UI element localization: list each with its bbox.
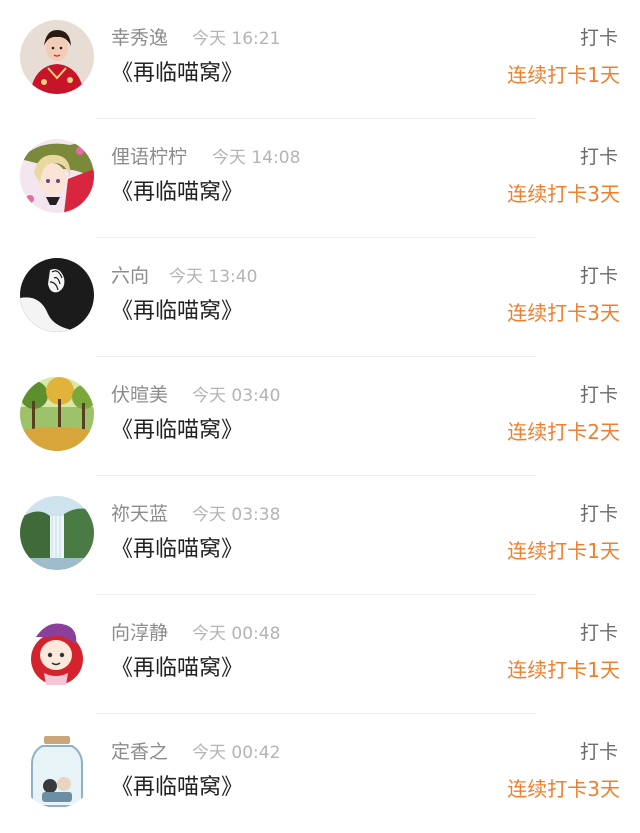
list-item[interactable]: 六向 今天 13:40 《再临喵窝》 打卡 连续打卡3天 [0, 238, 640, 357]
avatar-cartoon-chibi-icon [20, 615, 94, 689]
avatar[interactable] [20, 20, 94, 94]
avatar[interactable] [20, 615, 94, 689]
checkin-label: 打卡 [579, 146, 618, 168]
user-name[interactable]: 向淳静 [111, 621, 168, 645]
streak-badge: 连续打卡1天 [507, 539, 620, 563]
checkin-label: 打卡 [579, 503, 618, 525]
user-name[interactable]: 伏暄美 [111, 383, 168, 407]
book-title[interactable]: 《再临喵窝》 [111, 535, 243, 565]
user-name[interactable]: 俚语柠柠 [111, 145, 187, 169]
book-title[interactable]: 《再临喵窝》 [111, 178, 243, 208]
book-title[interactable]: 《再临喵窝》 [111, 654, 243, 684]
avatar[interactable] [20, 377, 94, 451]
avatar-anime-girl-icon [20, 139, 94, 213]
checkin-time: 今天 14:08 [212, 148, 301, 168]
streak-badge: 连续打卡3天 [507, 182, 620, 206]
avatar[interactable] [20, 734, 94, 808]
avatar-hand-sketch-icon [20, 258, 94, 332]
list-item[interactable]: 伏暄美 今天 03:40 《再临喵窝》 打卡 连续打卡2天 [0, 357, 640, 476]
streak-badge: 连续打卡3天 [507, 301, 620, 325]
avatar[interactable] [20, 258, 94, 332]
checkin-label: 打卡 [579, 27, 618, 49]
book-title[interactable]: 《再临喵窝》 [111, 773, 243, 803]
checkin-time: 今天 00:48 [192, 624, 281, 644]
avatar-jar-illustration-icon [20, 734, 94, 808]
checkin-list: 幸秀逸 今天 16:21 《再临喵窝》 打卡 连续打卡1天 俚语柠柠 今天 14… [0, 0, 640, 832]
checkin-time: 今天 00:42 [192, 743, 281, 763]
book-title[interactable]: 《再临喵窝》 [111, 416, 243, 446]
checkin-label: 打卡 [579, 265, 618, 287]
user-name[interactable]: 六向 [111, 264, 149, 288]
book-title[interactable]: 《再临喵窝》 [111, 59, 243, 89]
streak-badge: 连续打卡1天 [507, 658, 620, 682]
avatar[interactable] [20, 139, 94, 213]
list-item[interactable]: 定香之 今天 00:42 《再临喵窝》 打卡 连续打卡3天 [0, 714, 640, 833]
book-title[interactable]: 《再临喵窝》 [111, 297, 243, 327]
user-name[interactable]: 定香之 [111, 740, 168, 764]
user-name[interactable]: 祢天蓝 [111, 502, 168, 526]
list-item[interactable]: 向淳静 今天 00:48 《再临喵窝》 打卡 连续打卡1天 [0, 595, 640, 714]
checkin-time: 今天 03:40 [192, 386, 281, 406]
checkin-time: 今天 13:40 [169, 267, 258, 287]
avatar[interactable] [20, 496, 94, 570]
streak-badge: 连续打卡3天 [507, 777, 620, 801]
avatar-waterfall-icon [20, 496, 94, 570]
avatar-woman-red-dress-icon [20, 20, 94, 94]
user-name[interactable]: 幸秀逸 [111, 26, 168, 50]
list-item[interactable]: 祢天蓝 今天 03:38 《再临喵窝》 打卡 连续打卡1天 [0, 476, 640, 595]
checkin-label: 打卡 [579, 384, 618, 406]
list-item[interactable]: 俚语柠柠 今天 14:08 《再临喵窝》 打卡 连续打卡3天 [0, 119, 640, 238]
avatar-autumn-park-icon [20, 377, 94, 451]
streak-badge: 连续打卡2天 [507, 420, 620, 444]
list-item[interactable]: 幸秀逸 今天 16:21 《再临喵窝》 打卡 连续打卡1天 [0, 0, 640, 119]
streak-badge: 连续打卡1天 [507, 63, 620, 87]
checkin-label: 打卡 [579, 741, 618, 763]
checkin-time: 今天 16:21 [192, 29, 281, 49]
checkin-time: 今天 03:38 [192, 505, 281, 525]
checkin-label: 打卡 [579, 622, 618, 644]
